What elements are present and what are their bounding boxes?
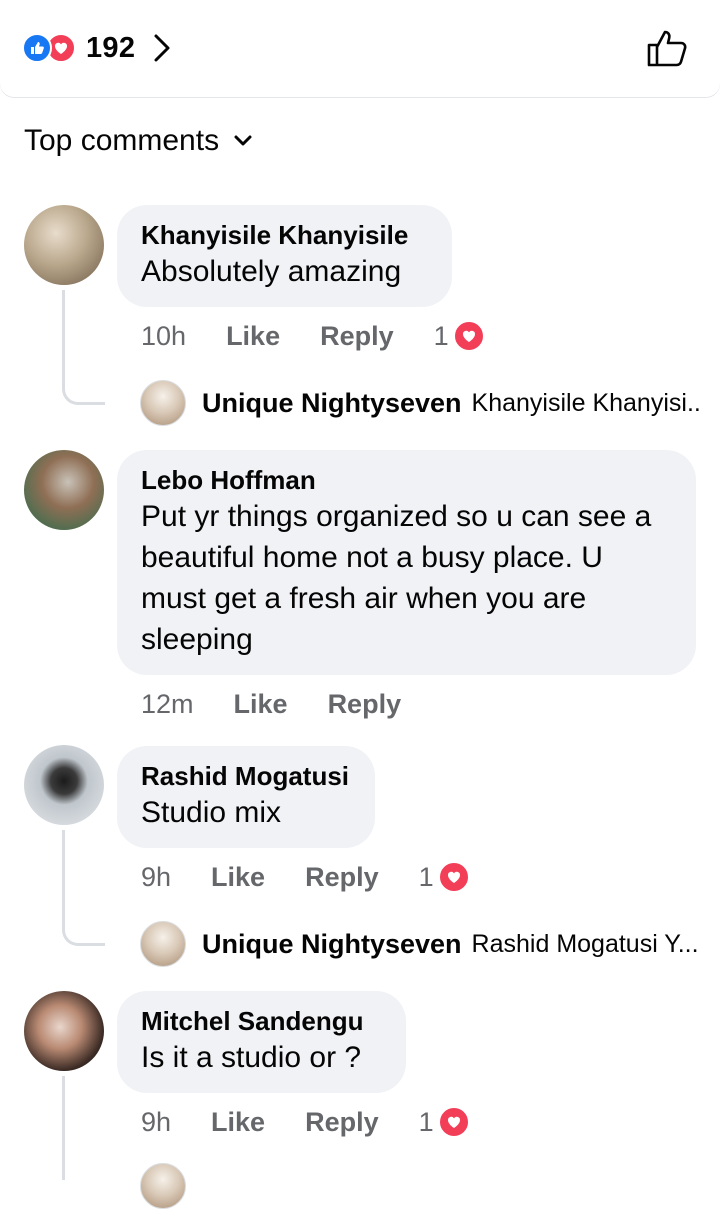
- reply-button[interactable]: Reply: [328, 689, 402, 720]
- comment-author[interactable]: Mitchel Sandengu: [141, 1005, 382, 1037]
- sort-comments-dropdown[interactable]: Top comments: [24, 124, 253, 158]
- reply-avatar[interactable]: [140, 1163, 186, 1209]
- comment-author[interactable]: Khanyisile Khanyisile: [141, 219, 428, 251]
- reply-author: Unique Nightyseven: [202, 387, 462, 418]
- reply-button[interactable]: Reply: [305, 862, 379, 893]
- reaction-count: 192: [86, 31, 136, 64]
- love-icon: [437, 861, 470, 893]
- comment-reaction-count[interactable]: 1: [434, 320, 485, 352]
- comment-reaction-count[interactable]: 1: [419, 861, 470, 893]
- thread-connector: [62, 830, 105, 946]
- comment-actions: 9h Like Reply 1: [141, 1104, 470, 1140]
- reply-preview[interactable]: Unique Nightyseven Rashid Mogatusi Y...: [140, 919, 700, 969]
- comment-reaction-count[interactable]: 1: [419, 1106, 470, 1138]
- avatar[interactable]: [24, 450, 104, 530]
- comment-text: Put yr things organized so u can see a b…: [141, 500, 652, 656]
- reply-avatar: [140, 921, 186, 967]
- comment-author[interactable]: Lebo Hoffman: [141, 464, 672, 496]
- comment-time[interactable]: 10h: [141, 321, 186, 352]
- like-button[interactable]: Like: [234, 689, 288, 720]
- reply-text: Khanyisile Khanyisi...: [471, 388, 700, 417]
- comment-actions: 9h Like Reply 1: [141, 859, 470, 895]
- reactions-card: 192: [0, 0, 720, 98]
- like-button[interactable]: Like: [211, 862, 265, 893]
- reply-button[interactable]: Reply: [305, 1107, 379, 1138]
- sort-label: Top comments: [24, 124, 220, 157]
- comment-time[interactable]: 9h: [141, 1107, 171, 1138]
- reply-preview[interactable]: Unique Nightyseven Khanyisile Khanyisi..…: [140, 378, 700, 428]
- reply-author: Unique Nightyseven: [202, 928, 462, 959]
- comment-text: Studio mix: [141, 796, 282, 829]
- thread-connector: [62, 1076, 65, 1180]
- comment-bubble: Mitchel Sandengu Is it a studio or ?: [117, 991, 406, 1093]
- comment-bubble: Rashid Mogatusi Studio mix: [117, 746, 375, 848]
- chevron-right-icon[interactable]: [153, 33, 171, 63]
- like-button[interactable]: Like: [226, 321, 280, 352]
- comment-actions: 10h Like Reply 1: [141, 318, 485, 354]
- comment-bubble: Lebo Hoffman Put yr things organized so …: [117, 450, 696, 675]
- chevron-down-icon: [233, 134, 253, 148]
- comment-time[interactable]: 12m: [141, 689, 194, 720]
- comment-time[interactable]: 9h: [141, 862, 171, 893]
- love-icon: [452, 320, 485, 352]
- comment-bubble: Khanyisile Khanyisile Absolutely amazing: [117, 205, 452, 307]
- like-outline-icon[interactable]: [646, 28, 690, 73]
- thread-connector: [62, 290, 105, 405]
- avatar[interactable]: [24, 745, 104, 825]
- like-reaction-icon: [22, 33, 52, 63]
- avatar[interactable]: [24, 205, 104, 285]
- comment-author[interactable]: Rashid Mogatusi: [141, 760, 351, 792]
- reply-text: Rashid Mogatusi Y...: [471, 929, 699, 958]
- reply-avatar: [140, 380, 186, 426]
- reply-button[interactable]: Reply: [320, 321, 394, 352]
- comment-text: Is it a studio or ?: [141, 1041, 362, 1074]
- comment-actions: 12m Like Reply: [141, 686, 401, 722]
- like-button[interactable]: Like: [211, 1107, 265, 1138]
- love-icon: [437, 1106, 470, 1138]
- reactions-summary[interactable]: 192: [22, 30, 171, 66]
- avatar[interactable]: [24, 991, 104, 1071]
- comment-text: Absolutely amazing: [141, 255, 402, 288]
